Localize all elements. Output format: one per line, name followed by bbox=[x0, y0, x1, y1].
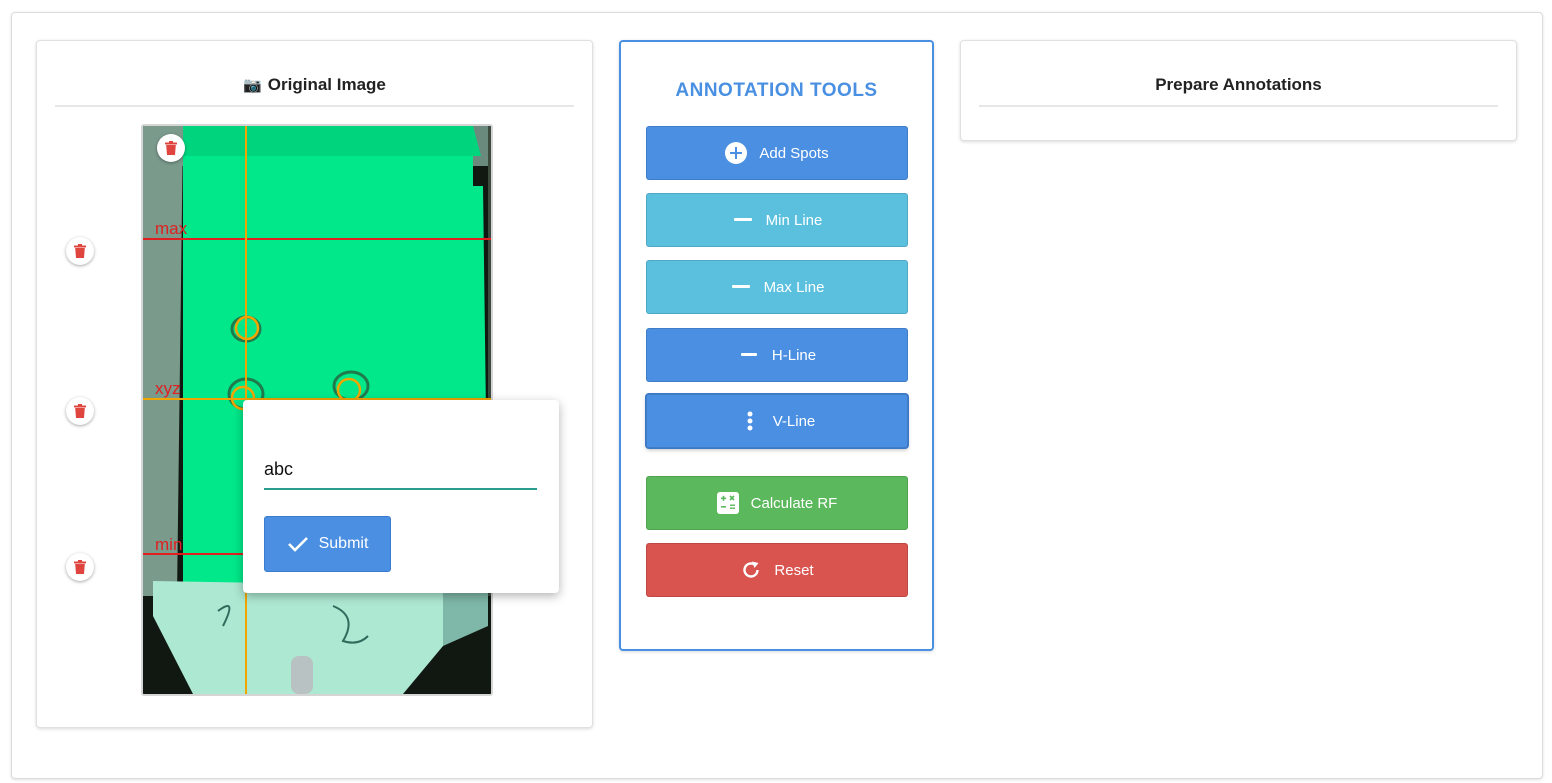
min-line-label: min bbox=[155, 535, 182, 554]
original-image-card: 📷 Original Image max xyz min bbox=[36, 40, 593, 728]
add-spots-label: Add Spots bbox=[759, 144, 829, 162]
calculate-rf-label: Calculate RF bbox=[750, 494, 838, 512]
delete-image-button[interactable] bbox=[157, 134, 185, 162]
original-image-title: Original Image bbox=[267, 75, 386, 94]
minus-icon bbox=[732, 209, 754, 231]
submit-label: Submit bbox=[318, 535, 369, 552]
delete-xyz-line-button[interactable] bbox=[66, 397, 94, 425]
v-line-button[interactable]: V-Line bbox=[646, 394, 908, 448]
v-line-label: V-Line bbox=[772, 412, 816, 430]
min-line-label: Min Line bbox=[765, 211, 823, 229]
max-line-button[interactable]: Max Line bbox=[646, 260, 908, 314]
reset-button[interactable]: Reset bbox=[646, 543, 908, 597]
annotation-tools-card: ANNOTATION TOOLS Add Spots Min Line Max … bbox=[619, 40, 934, 651]
vertical-dots-icon bbox=[739, 410, 761, 432]
check-icon bbox=[287, 536, 309, 552]
main-container: 📷 Original Image max xyz min ANNOTATION … bbox=[11, 12, 1543, 779]
original-image-header: 📷 Original Image bbox=[55, 63, 574, 107]
camera-icon: 📷 bbox=[243, 77, 262, 94]
min-line-button[interactable]: Min Line bbox=[646, 193, 908, 247]
trash-icon bbox=[74, 404, 86, 418]
calculate-rf-button[interactable]: Calculate RF bbox=[646, 476, 908, 530]
xyz-line-label: xyz bbox=[155, 379, 181, 398]
max-line-label: Max Line bbox=[763, 278, 825, 296]
prepare-annotations-card: Prepare Annotations bbox=[960, 40, 1517, 141]
calculator-icon bbox=[716, 492, 739, 514]
minus-icon bbox=[738, 344, 760, 366]
trash-icon bbox=[74, 244, 86, 258]
h-line-label: H-Line bbox=[771, 346, 817, 364]
delete-max-line-button[interactable] bbox=[66, 237, 94, 265]
prepare-annotations-title: Prepare Annotations bbox=[979, 63, 1498, 107]
label-input-popup: Submit bbox=[243, 400, 559, 593]
add-spots-button[interactable]: Add Spots bbox=[646, 126, 908, 180]
h-line-button[interactable]: H-Line bbox=[646, 328, 908, 382]
delete-min-line-button[interactable] bbox=[66, 553, 94, 581]
label-input[interactable] bbox=[264, 450, 537, 490]
submit-button[interactable]: Submit bbox=[264, 516, 391, 572]
max-line-label: max bbox=[155, 219, 188, 238]
reset-label: Reset bbox=[774, 561, 814, 579]
trash-icon bbox=[165, 141, 177, 155]
refresh-icon bbox=[740, 559, 762, 581]
minus-icon bbox=[730, 276, 752, 298]
trash-icon bbox=[74, 560, 86, 574]
annotation-tools-title: ANNOTATION TOOLS bbox=[675, 80, 878, 101]
plus-circle-icon bbox=[725, 142, 748, 164]
